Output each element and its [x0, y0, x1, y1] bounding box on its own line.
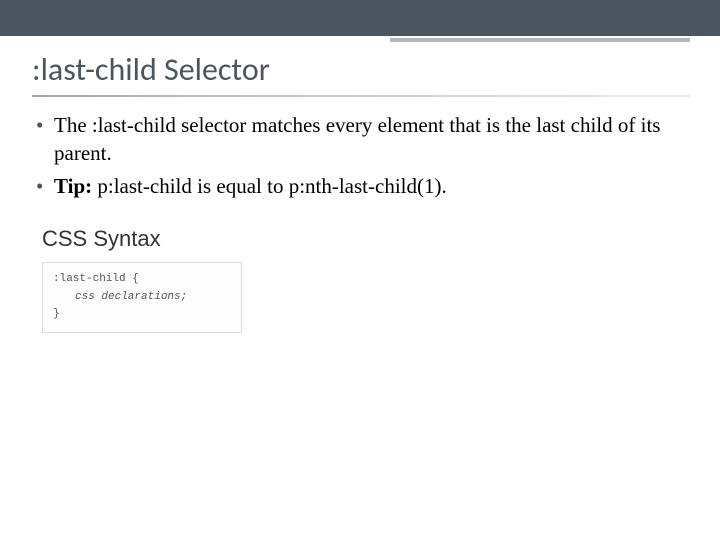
bullet-list: The :last-child selector matches every e…: [36, 111, 688, 200]
syntax-heading: CSS Syntax: [42, 226, 688, 252]
slide-top-bar: [0, 0, 720, 36]
bullet-text: The :last-child selector matches every e…: [54, 113, 660, 165]
code-box: :last-child { css declarations; }: [42, 262, 242, 333]
slide-content: The :last-child selector matches every e…: [0, 97, 720, 333]
bullet-item: Tip: p:last-child is equal to p:nth-last…: [36, 172, 688, 200]
tip-label: Tip:: [54, 174, 92, 198]
bullet-text: p:last-child is equal to p:nth-last-chil…: [92, 174, 447, 198]
syntax-section: CSS Syntax :last-child { css declaration…: [42, 226, 688, 333]
code-line: :last-child {: [53, 273, 139, 285]
slide-title: :last-child Selector: [0, 36, 720, 95]
code-line: }: [53, 308, 60, 320]
bullet-item: The :last-child selector matches every e…: [36, 111, 688, 168]
code-line: css declarations;: [53, 289, 187, 307]
